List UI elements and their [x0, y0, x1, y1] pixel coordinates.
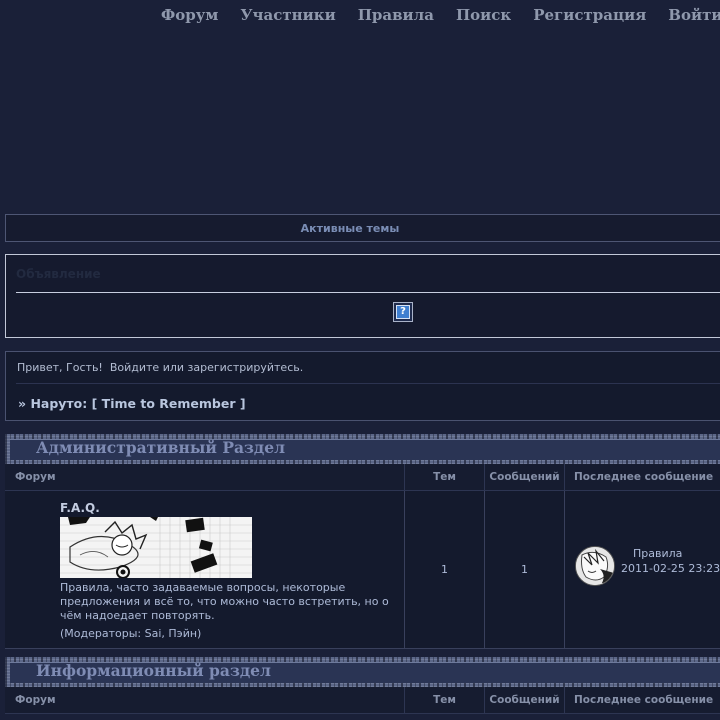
active-topics-link[interactable]: Активные темы: [5, 214, 720, 242]
col-last-post: Последнее сообщение: [574, 694, 714, 706]
col-posts: Сообщений: [485, 464, 565, 490]
breadcrumb-forum-link[interactable]: Наруто: [ Time to Remember ]: [30, 396, 245, 411]
greeting-hello: Привет, Гость!: [17, 361, 103, 374]
breadcrumb: » Наруто: [ Time to Remember ]: [18, 396, 246, 411]
nav-login[interactable]: Войти: [657, 5, 720, 27]
nav-forum[interactable]: Форум: [150, 5, 229, 27]
category-header: Административный Раздел: [5, 434, 720, 464]
breadcrumb-arrow-icon: »: [18, 396, 27, 411]
table-row: F.A.Q. Правила, часто задаваемые вопросы…: [5, 491, 720, 649]
avatar[interactable]: [575, 546, 615, 586]
col-topics: Тем: [405, 464, 485, 490]
divider: [16, 292, 720, 293]
col-posts: Сообщений: [485, 687, 565, 713]
category-title[interactable]: Административный Раздел: [36, 438, 285, 457]
last-post-cell: Правила 2011-02-25 23:23: [565, 491, 720, 648]
posts-cell: 1: [485, 491, 565, 648]
topics-count: 1: [441, 563, 448, 576]
banner-area: [0, 30, 720, 210]
table-header: Форум Тем Сообщений Последнее сообщение: [5, 687, 720, 714]
col-forum: Форум: [5, 687, 405, 713]
moderator-links[interactable]: Sai, Пэйн): [145, 627, 202, 640]
category-admin: Административный Раздел Форум Тем Сообще…: [5, 434, 720, 649]
col-forum: Форум: [5, 464, 405, 490]
forum-link-faq[interactable]: F.A.Q.: [60, 501, 100, 515]
forum-description: Правила, часто задаваемые вопросы, некот…: [60, 581, 389, 622]
login-register-link[interactable]: Войдите или зарегистрируйтесь.: [110, 361, 303, 374]
category-title[interactable]: Информационный раздел: [36, 661, 271, 680]
greeting-text: Привет, Гость! Войдите или зарегистрируйт…: [17, 361, 303, 374]
forum-moderators: (Модераторы: Sai, Пэйн): [60, 627, 201, 640]
top-navigation: Форум Участники Правила Поиск Регистраци…: [150, 5, 720, 27]
table-header: Форум Тем Сообщений Последнее сообщение: [5, 464, 720, 491]
posts-count: 1: [521, 563, 528, 576]
forum-banner-image: [60, 517, 252, 578]
announcement-block: Объявление ?: [5, 254, 720, 338]
moderators-label: (Модераторы:: [60, 627, 142, 640]
divider: [16, 383, 720, 384]
last-post-link[interactable]: Правила: [633, 547, 682, 560]
nav-rules[interactable]: Правила: [347, 5, 445, 27]
greeting-block: Привет, Гость! Войдите или зарегистрируйт…: [5, 351, 720, 421]
broken-image-icon: ?: [393, 302, 413, 322]
nav-search[interactable]: Поиск: [445, 5, 522, 27]
col-last-post: Последнее сообщение: [574, 471, 714, 483]
last-post-date: 2011-02-25 23:23: [621, 562, 720, 575]
announcement-title: Объявление: [16, 267, 101, 281]
category-info: Информационный раздел Форум Тем Сообщени…: [5, 657, 720, 714]
col-topics: Тем: [405, 687, 485, 713]
nav-register[interactable]: Регистрация: [522, 5, 657, 27]
category-header: Информационный раздел: [5, 657, 720, 687]
nav-members[interactable]: Участники: [229, 5, 346, 27]
forum-cell: F.A.Q. Правила, часто задаваемые вопросы…: [5, 491, 405, 648]
topics-cell: 1: [405, 491, 485, 648]
